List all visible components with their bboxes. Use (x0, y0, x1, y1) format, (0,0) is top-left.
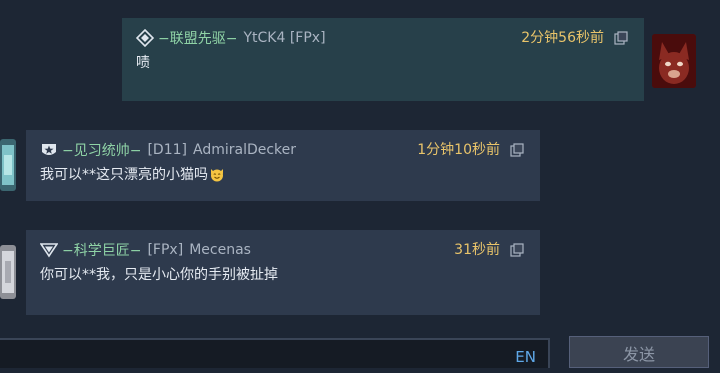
timestamp: 2分钟56秒前 (521, 30, 604, 46)
username[interactable]: AdmiralDecker (193, 142, 296, 158)
copy-icon[interactable] (614, 31, 628, 45)
message-text: 啧 (136, 55, 150, 71)
rank-title: −科学巨匠− (62, 243, 142, 259)
copy-icon[interactable] (510, 243, 524, 257)
message-header: −联盟先驱− YtCK4 [FPx] 2分钟56秒前 (136, 28, 634, 48)
rank-title: −联盟先驱− (158, 31, 238, 47)
language-toggle[interactable]: EN (515, 348, 536, 366)
message-header: −见习统帅− [D11] AdmiralDecker 1分钟10秒前 (40, 140, 530, 160)
chat-message: −科学巨匠− [FPx] Mecenas 31秒前 你可以**我，只是小心你的手… (26, 230, 540, 315)
diamond-rank-icon (136, 29, 154, 47)
message-header: −科学巨匠− [FPx] Mecenas 31秒前 (40, 240, 530, 260)
avatar[interactable] (0, 135, 18, 195)
avatar-image (0, 245, 16, 299)
chat-input[interactable]: EN (0, 338, 550, 368)
message-text: 我可以**这只漂亮的小猫吗 (40, 164, 225, 184)
username[interactable]: Mecenas (189, 242, 251, 258)
username[interactable]: YtCK4 [FPx] (243, 30, 325, 46)
star-shield-rank-icon (42, 144, 56, 155)
copy-icon[interactable] (510, 143, 524, 157)
message-text: 你可以**我，只是小心你的手别被扯掉 (40, 267, 278, 283)
chat-message: −联盟先驱− YtCK4 [FPx] 2分钟56秒前 啧 (122, 18, 644, 101)
cat-avatar-image (652, 34, 696, 88)
chevron-rank-icon (40, 243, 58, 258)
alliance-tag: [FPx] (147, 242, 184, 258)
smiling-cat-emoji (211, 169, 223, 182)
send-button[interactable]: 发送 (569, 336, 709, 368)
timestamp: 31秒前 (454, 242, 500, 258)
avatar[interactable] (652, 34, 696, 88)
rank-title: −见习统帅− (62, 143, 142, 159)
avatar[interactable] (0, 243, 18, 301)
alliance-tag: [D11] (147, 142, 187, 158)
message-text-content: 我可以**这只漂亮的小猫吗 (40, 167, 208, 183)
avatar-image (0, 139, 16, 191)
timestamp: 1分钟10秒前 (417, 142, 500, 158)
chat-message: −见习统帅− [D11] AdmiralDecker 1分钟10秒前 我可以**… (26, 130, 540, 201)
